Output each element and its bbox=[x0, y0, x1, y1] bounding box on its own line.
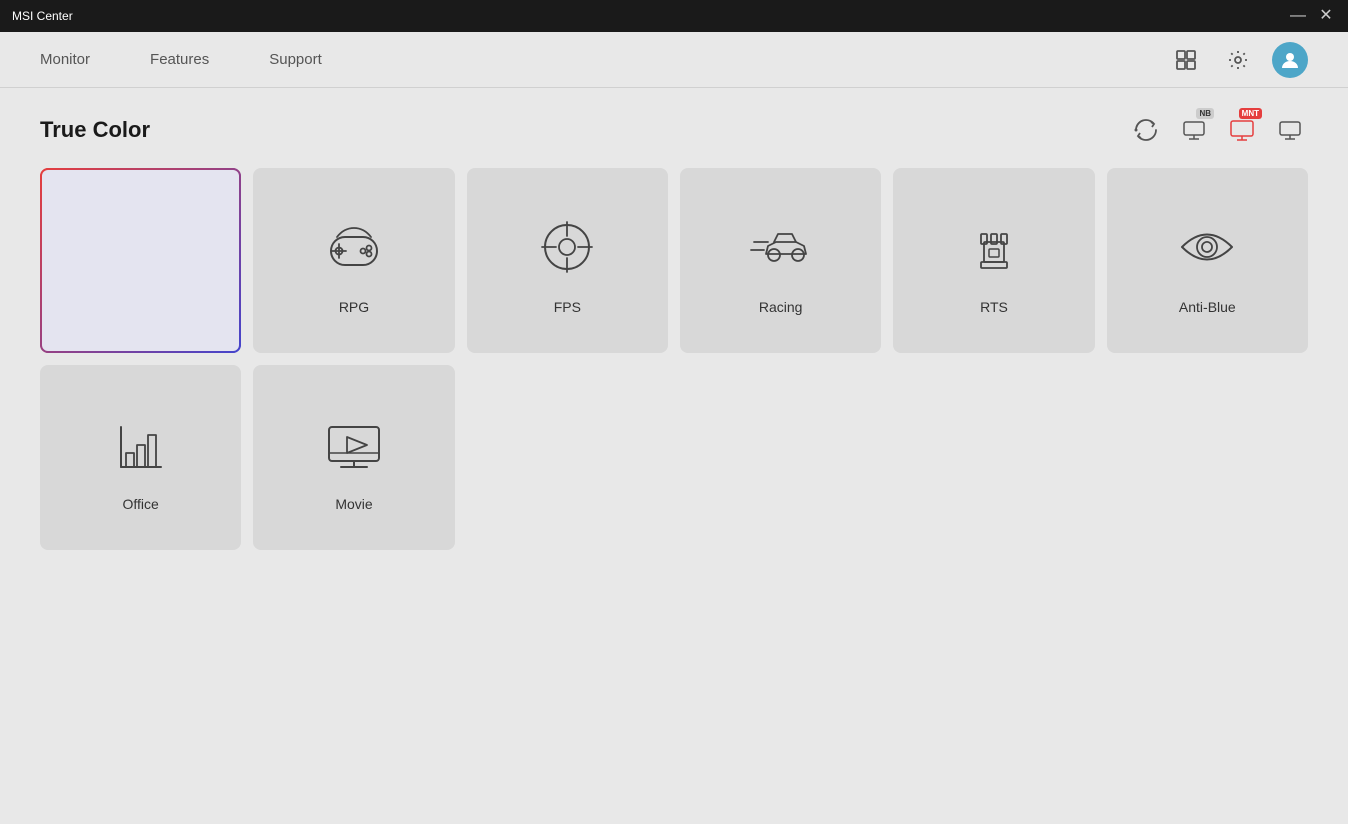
minimize-button[interactable]: — bbox=[1288, 6, 1308, 26]
mode-grid-row2: Office Movie bbox=[40, 365, 1308, 550]
empty-slot-3 bbox=[467, 365, 668, 550]
nb-badge: NB bbox=[1196, 108, 1214, 119]
sync-icon-button[interactable] bbox=[1128, 112, 1164, 148]
close-button[interactable]: ✕ bbox=[1316, 6, 1336, 26]
main-window: Monitor Features Support bbox=[0, 32, 1348, 824]
nav-support[interactable]: Support bbox=[269, 47, 322, 72]
office-icon bbox=[101, 404, 181, 484]
content-area: True Color bbox=[0, 88, 1348, 824]
mode-card-user[interactable]: User bbox=[40, 168, 241, 353]
section-header: True Color bbox=[40, 112, 1308, 148]
racing-icon bbox=[741, 207, 821, 287]
rts-icon bbox=[954, 207, 1034, 287]
mode-card-office[interactable]: Office bbox=[40, 365, 241, 550]
settings-icon bbox=[1227, 49, 1249, 71]
sync-icon bbox=[1130, 114, 1162, 146]
mode-card-racing[interactable]: Racing bbox=[680, 168, 881, 353]
mode-label-fps: FPS bbox=[554, 299, 581, 315]
header-icons: NB MNT bbox=[1128, 112, 1308, 148]
settings-icon-button[interactable] bbox=[1220, 42, 1256, 78]
mode-label-rpg: RPG bbox=[339, 299, 369, 315]
mnt-badge-button[interactable]: MNT bbox=[1224, 112, 1260, 148]
title-bar: MSI Center — ✕ bbox=[0, 0, 1348, 32]
nav-icons bbox=[1168, 42, 1308, 78]
mode-label-user: User bbox=[126, 299, 156, 315]
mode-card-anti-blue[interactable]: Anti-Blue bbox=[1107, 168, 1308, 353]
profile-button[interactable] bbox=[1272, 42, 1308, 78]
empty-slot-6 bbox=[1107, 365, 1308, 550]
nav-links: Monitor Features Support bbox=[40, 47, 1168, 72]
anti-blue-icon bbox=[1167, 207, 1247, 287]
mode-label-office: Office bbox=[123, 496, 159, 512]
profile-icon bbox=[1280, 50, 1300, 70]
grid-icon bbox=[1175, 49, 1197, 71]
app-title: MSI Center bbox=[12, 9, 1288, 23]
mode-card-rts[interactable]: RTS bbox=[893, 168, 1094, 353]
mode-grid-row1: User RPG bbox=[40, 168, 1308, 353]
grid-icon-button[interactable] bbox=[1168, 42, 1204, 78]
mode-card-fps[interactable]: FPS bbox=[467, 168, 668, 353]
mnt-badge: MNT bbox=[1239, 108, 1262, 119]
nb-monitor-icon bbox=[1180, 116, 1208, 144]
mode-card-rpg[interactable]: RPG bbox=[253, 168, 454, 353]
empty-slot-5 bbox=[893, 365, 1094, 550]
section-title: True Color bbox=[40, 117, 150, 143]
fps-icon bbox=[527, 207, 607, 287]
top-nav: Monitor Features Support bbox=[0, 32, 1348, 88]
mode-label-racing: Racing bbox=[759, 299, 803, 315]
mode-label-anti-blue: Anti-Blue bbox=[1179, 299, 1236, 315]
mode-label-movie: Movie bbox=[335, 496, 372, 512]
movie-icon bbox=[314, 404, 394, 484]
nb-badge-button[interactable]: NB bbox=[1176, 112, 1212, 148]
window-controls: — ✕ bbox=[1288, 6, 1336, 26]
extra-icon-button[interactable] bbox=[1272, 112, 1308, 148]
empty-slot-4 bbox=[680, 365, 881, 550]
user-icon bbox=[101, 207, 181, 287]
nav-monitor[interactable]: Monitor bbox=[40, 47, 90, 72]
mode-card-movie[interactable]: Movie bbox=[253, 365, 454, 550]
rpg-icon bbox=[314, 207, 394, 287]
mode-label-rts: RTS bbox=[980, 299, 1008, 315]
nav-features[interactable]: Features bbox=[150, 47, 209, 72]
extra-monitor-icon bbox=[1276, 116, 1304, 144]
mnt-monitor-icon bbox=[1228, 116, 1256, 144]
